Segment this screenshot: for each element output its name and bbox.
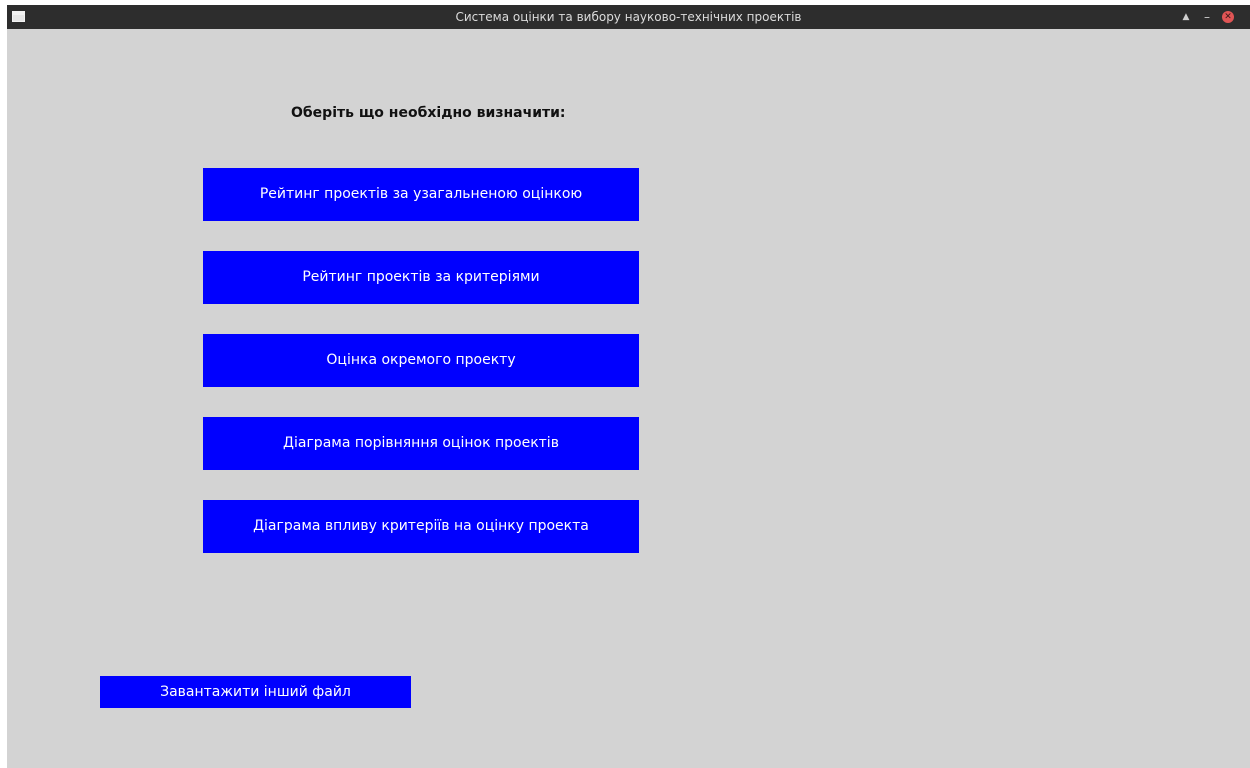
- app-window: Система оцінки та вибору науково-технічн…: [7, 5, 1250, 768]
- title-bar[interactable]: Система оцінки та вибору науково-технічн…: [7, 5, 1250, 29]
- load-other-file-button[interactable]: Завантажити інший файл: [100, 676, 411, 708]
- window-title: Система оцінки та вибору науково-технічн…: [455, 10, 802, 24]
- criteria-influence-chart-button[interactable]: Діаграма впливу критеріїв на оцінку прое…: [203, 500, 639, 553]
- prompt-label: Оберіть що необхідно визначити:: [291, 105, 566, 121]
- minimize-icon[interactable]: –: [1200, 9, 1214, 25]
- close-icon[interactable]: ✕: [1222, 11, 1234, 23]
- rating-overall-button[interactable]: Рейтинг проектів за узагальненою оцінкою: [203, 168, 639, 221]
- single-project-evaluation-button[interactable]: Оцінка окремого проекту: [203, 334, 639, 387]
- rating-criteria-button[interactable]: Рейтинг проектів за критеріями: [203, 251, 639, 304]
- maximize-icon[interactable]: ▲: [1179, 9, 1193, 25]
- comparison-chart-button[interactable]: Діаграма порівняння оцінок проектів: [203, 417, 639, 470]
